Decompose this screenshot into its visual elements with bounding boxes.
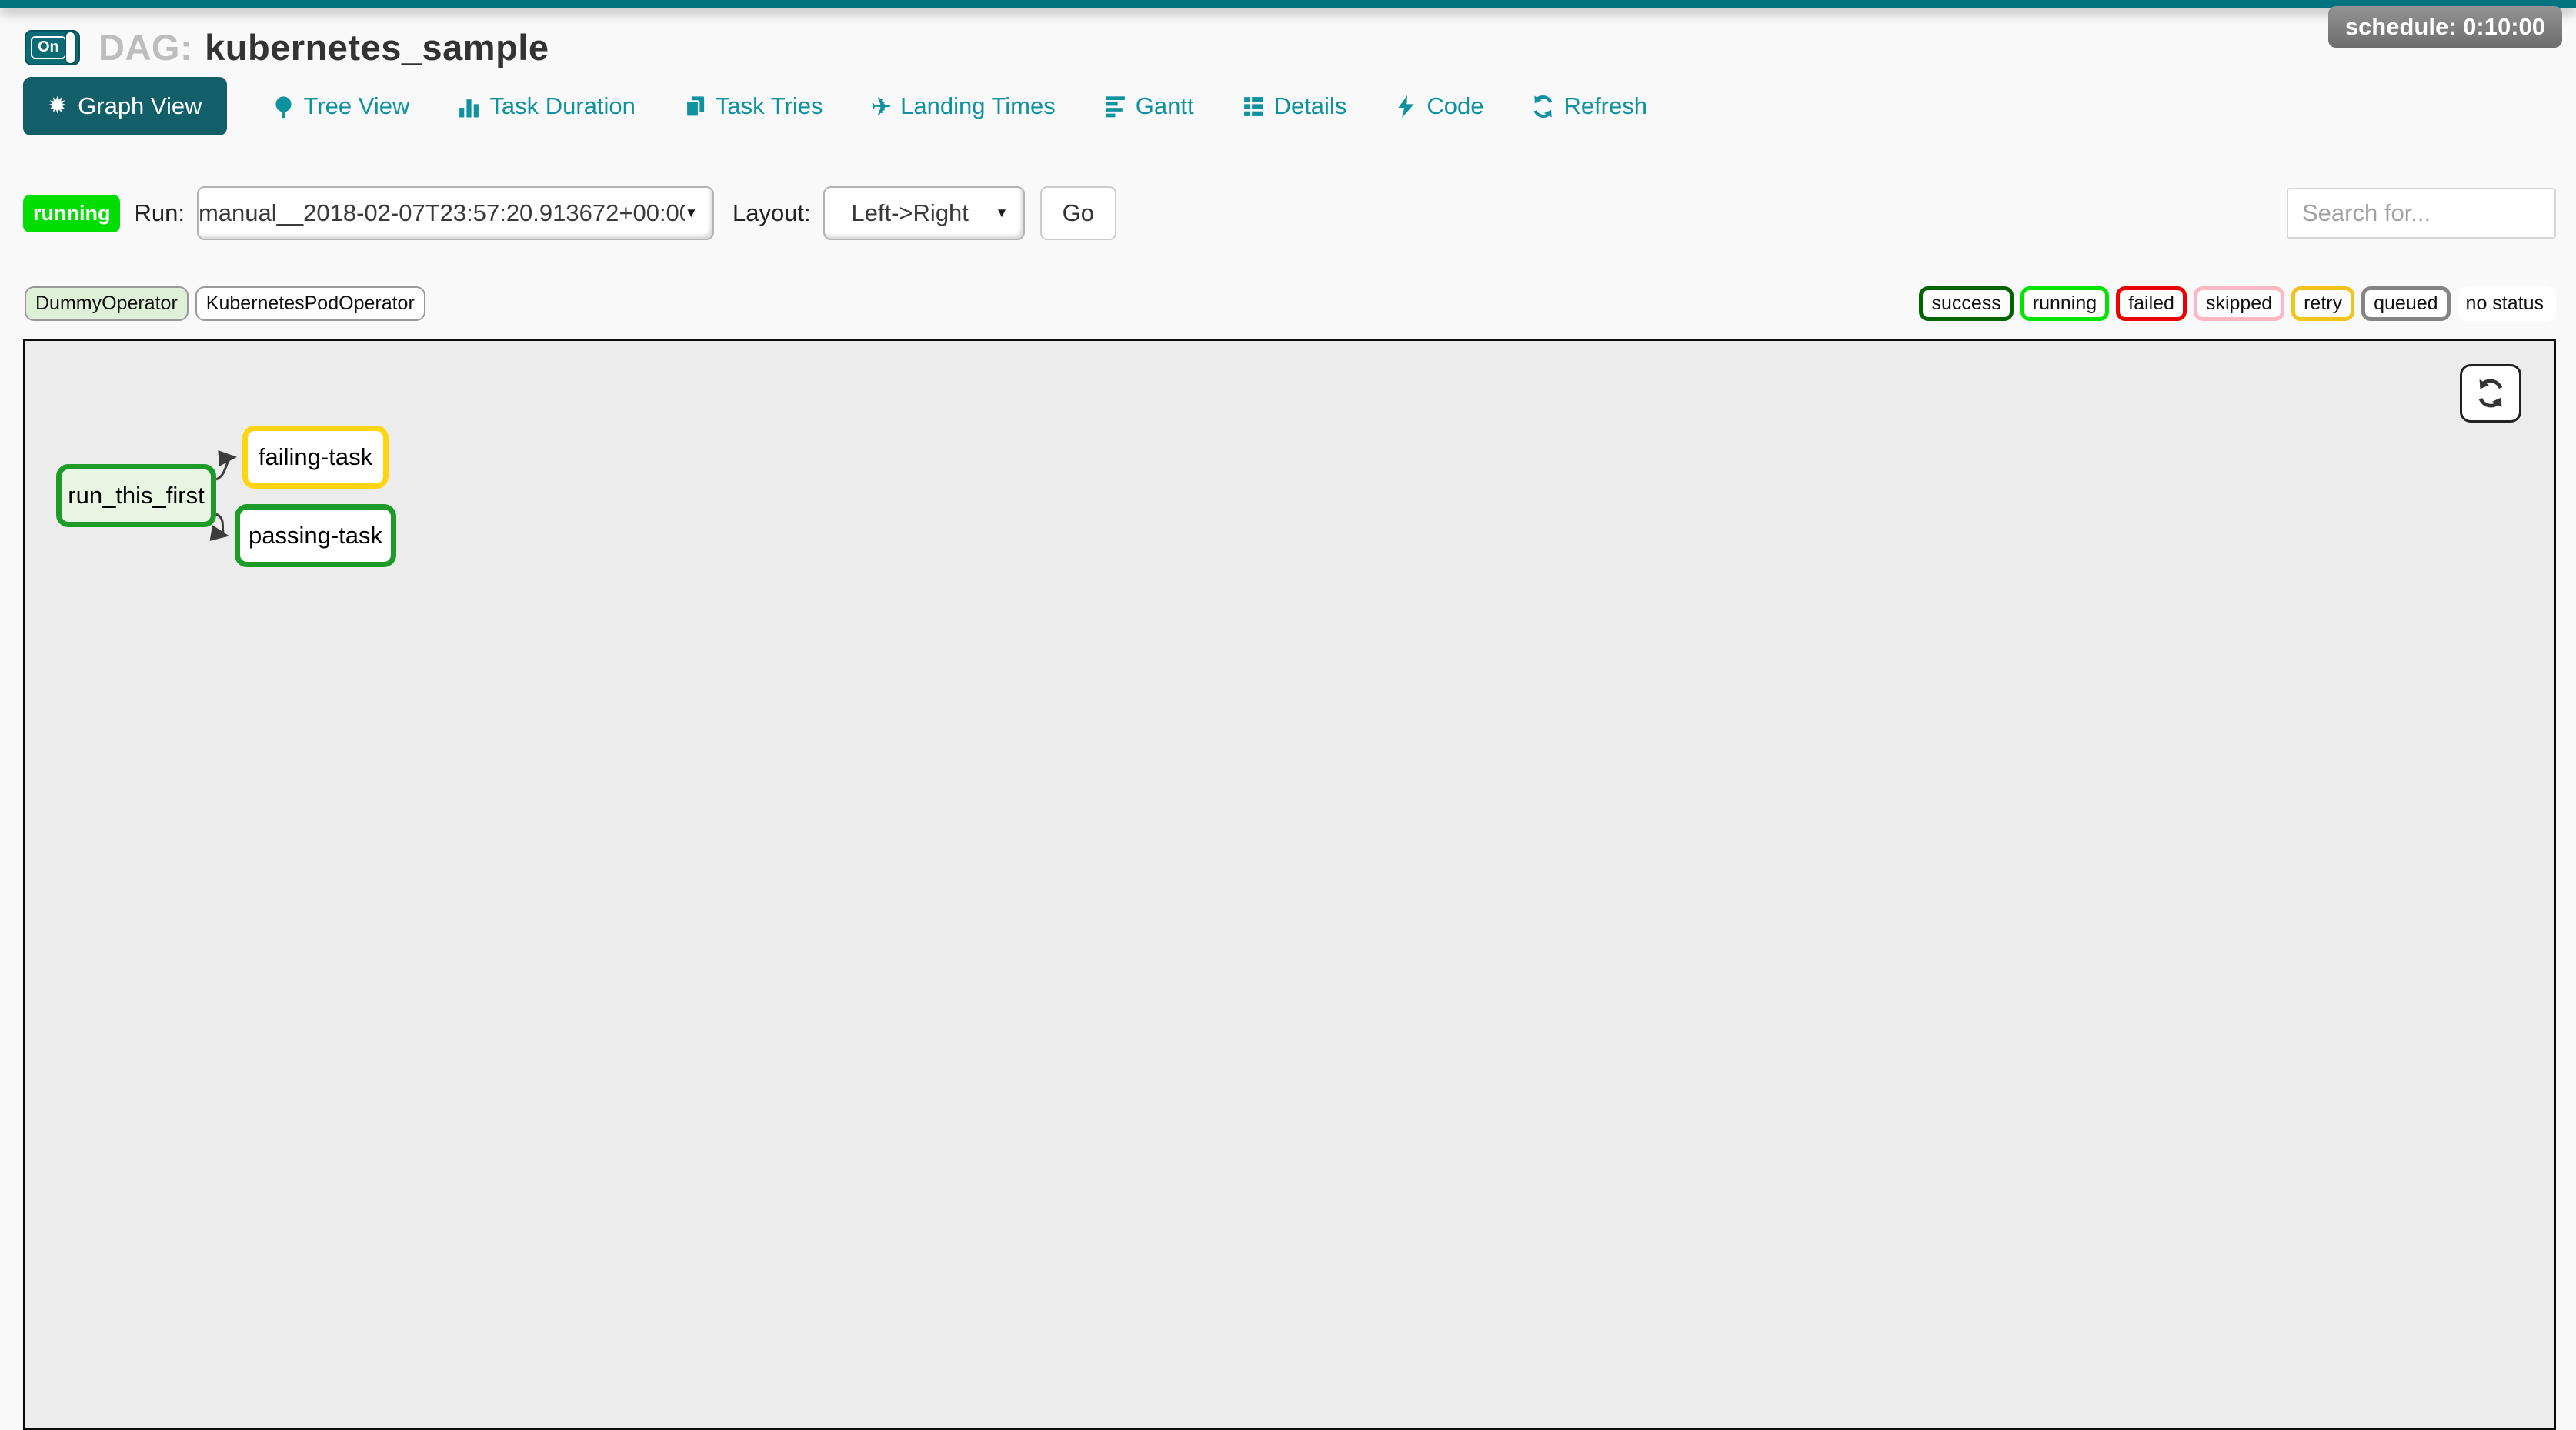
- toggle-knob[interactable]: [65, 31, 76, 65]
- refresh-icon: [2475, 378, 2506, 409]
- status-badge-success: success: [1919, 286, 2013, 321]
- schedule-badge: schedule: 0:10:00: [2328, 6, 2562, 48]
- dag-prefix-label: DAG:: [98, 27, 192, 68]
- run-label: Run:: [134, 199, 184, 227]
- tab-gantt-label: Gantt: [1136, 92, 1194, 120]
- tab-tree-view-label: Tree View: [304, 92, 410, 120]
- top-accent-bar: [0, 0, 2576, 8]
- tab-task-tries-label: Task Tries: [716, 92, 823, 120]
- task-node-failing-task[interactable]: failing-task: [242, 426, 389, 489]
- edge-run-to-passing: [216, 514, 227, 536]
- burst-icon: ✹: [48, 95, 67, 118]
- status-badge-retry: retry: [2291, 286, 2354, 321]
- tab-task-duration-label: Task Duration: [489, 92, 636, 120]
- tab-landing-times-label: Landing Times: [900, 92, 1056, 120]
- layout-label: Layout:: [732, 199, 811, 227]
- dag-edges: [25, 341, 2554, 1428]
- dag-name: kubernetes_sample: [205, 27, 549, 68]
- tab-refresh[interactable]: Refresh: [1531, 92, 1647, 120]
- status-badge-failed: failed: [2116, 286, 2187, 321]
- status-badge-running: running: [2020, 286, 2109, 321]
- layout-select-value: Left->Right: [825, 199, 996, 227]
- go-button[interactable]: Go: [1040, 186, 1116, 240]
- page-title: DAG: kubernetes_sample: [98, 26, 549, 68]
- status-legend: success running failed skipped retry que…: [1919, 286, 2556, 321]
- tab-graph-view[interactable]: ✹ Graph View: [23, 77, 227, 135]
- run-select[interactable]: manual__2018-02-07T23:57:20.913672+00:00…: [197, 186, 714, 240]
- status-badge-no-status: no status: [2458, 286, 2556, 321]
- tab-tree-view[interactable]: Tree View: [272, 92, 410, 120]
- task-node-passing-task[interactable]: passing-task: [235, 504, 396, 567]
- tab-task-duration[interactable]: Task Duration: [457, 92, 636, 120]
- caret-down-icon: ▼: [685, 205, 712, 221]
- tree-icon: [272, 95, 295, 119]
- list-icon: [1242, 95, 1266, 119]
- plane-icon: ✈: [870, 94, 892, 119]
- tab-task-tries[interactable]: Task Tries: [683, 92, 823, 120]
- status-badge-queued: queued: [2361, 286, 2450, 321]
- bolt-icon: [1394, 95, 1418, 119]
- tab-details-label: Details: [1274, 92, 1347, 120]
- align-left-icon: [1103, 95, 1127, 119]
- task-node-run-this-first[interactable]: run_this_first: [56, 464, 216, 527]
- dag-graph-canvas[interactable]: run_this_first failing-task passing-task: [23, 339, 2556, 1430]
- operator-legend-dummy: DummyOperator: [25, 286, 189, 321]
- run-controls: running Run: manual__2018-02-07T23:57:20…: [23, 186, 2556, 240]
- run-status-badge: running: [23, 195, 120, 232]
- tab-gantt[interactable]: Gantt: [1103, 92, 1194, 120]
- edge-run-to-failing: [216, 457, 235, 479]
- view-nav: ✹ Graph View Tree View Task Duration Tas…: [23, 77, 1647, 135]
- status-badge-skipped: skipped: [2194, 286, 2284, 321]
- tab-graph-view-label: Graph View: [78, 92, 202, 120]
- tab-code-label: Code: [1426, 92, 1483, 120]
- dag-pause-toggle[interactable]: On: [25, 30, 80, 65]
- legend-row: DummyOperator KubernetesPodOperator succ…: [25, 286, 2556, 321]
- toggle-on-label: On: [31, 36, 66, 59]
- tab-details[interactable]: Details: [1242, 92, 1347, 120]
- tab-code[interactable]: Code: [1394, 92, 1483, 120]
- tab-landing-times[interactable]: ✈ Landing Times: [870, 92, 1055, 120]
- airflow-dag-graph-page: { "page": { "background": "#f9f9f9", "ac…: [0, 0, 2576, 1430]
- search-input[interactable]: [2287, 188, 2556, 239]
- tab-refresh-label: Refresh: [1563, 92, 1647, 120]
- bar-chart-icon: [457, 95, 481, 119]
- run-select-value: manual__2018-02-07T23:57:20.913672+00:00: [199, 199, 685, 227]
- dag-header: On DAG: kubernetes_sample: [25, 26, 549, 68]
- caret-down-icon: ▼: [996, 205, 1023, 221]
- graph-refresh-button[interactable]: [2460, 364, 2521, 423]
- stacked-files-icon: [683, 95, 707, 119]
- layout-select[interactable]: Left->Right ▼: [823, 186, 1025, 240]
- refresh-icon: [1531, 95, 1555, 119]
- operator-legend-kubernetespod: KubernetesPodOperator: [195, 286, 425, 321]
